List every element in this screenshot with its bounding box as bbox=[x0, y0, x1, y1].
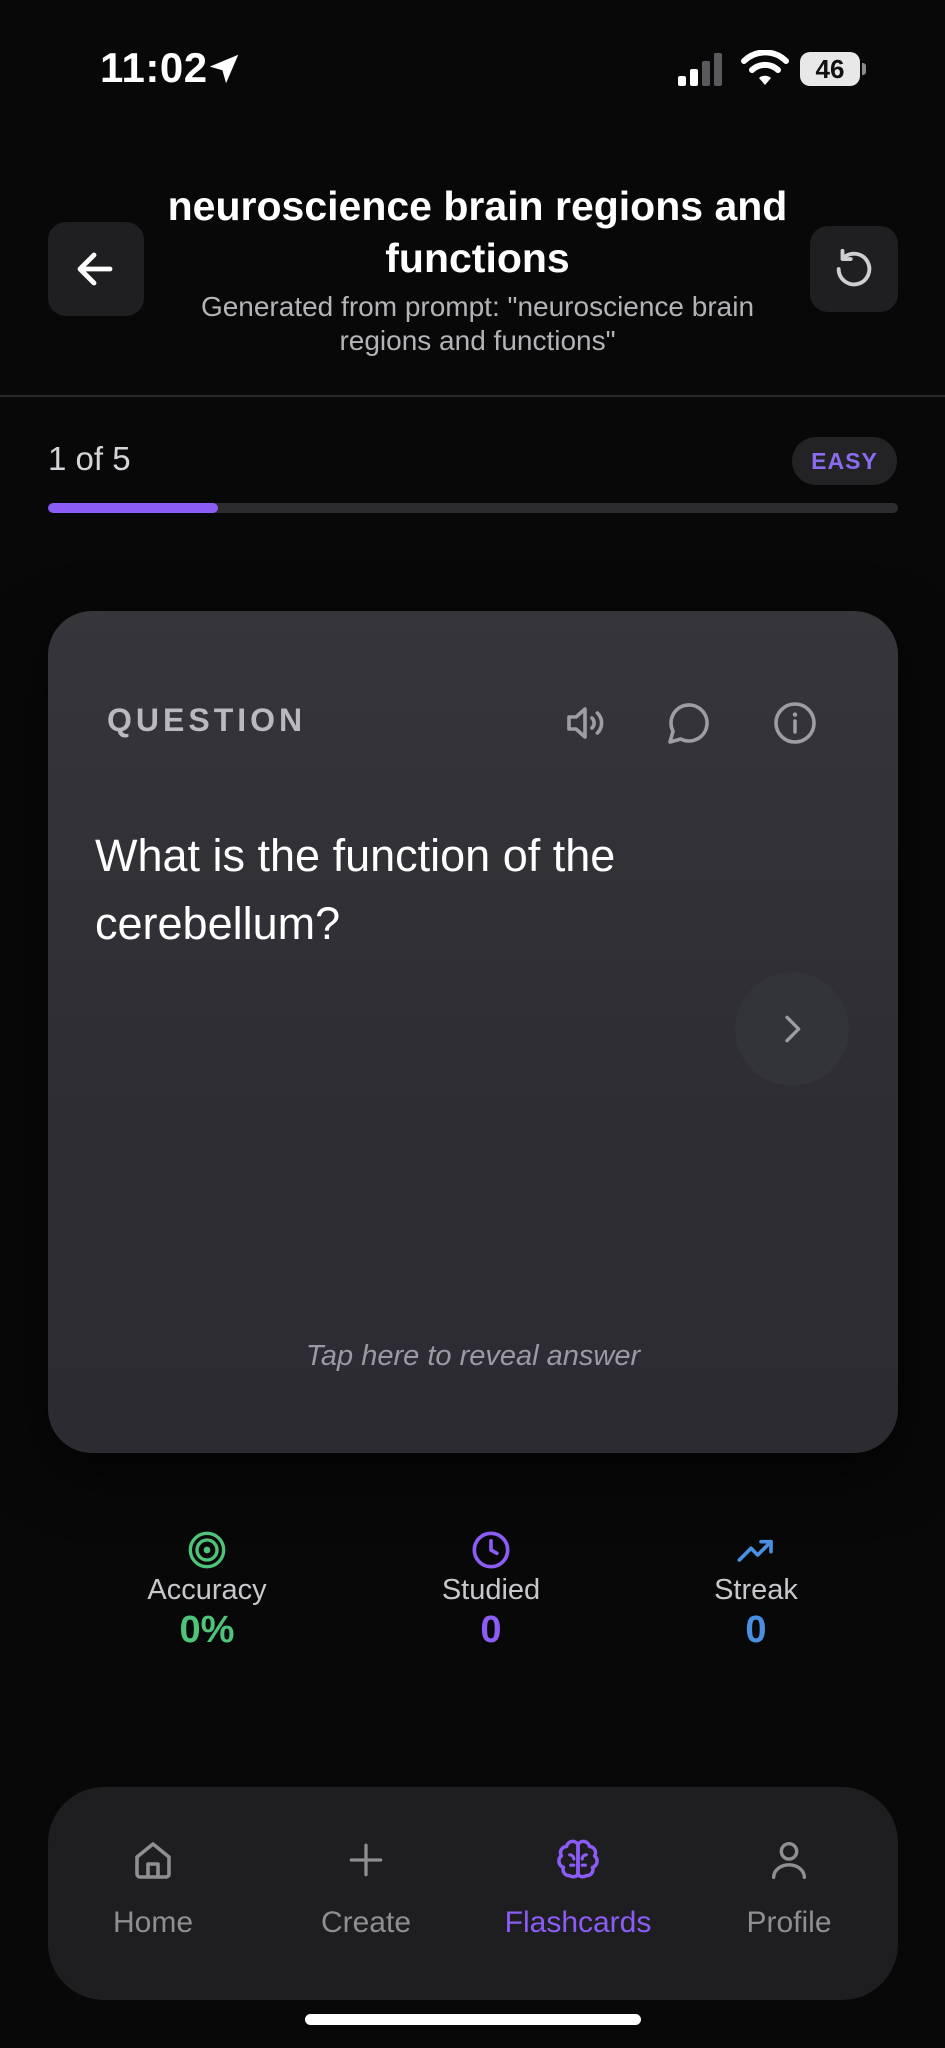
header-divider bbox=[0, 395, 945, 397]
nav-label-create: Create bbox=[320, 1906, 412, 1939]
stat-streak-label: Streak bbox=[714, 1574, 798, 1606]
nav-item-home[interactable]: Home bbox=[58, 1787, 248, 2000]
stat-accuracy: Accuracy 0% bbox=[97, 1530, 317, 1652]
brain-icon bbox=[557, 1839, 599, 1879]
nav-label-home: Home bbox=[112, 1906, 194, 1939]
stat-studied-label: Studied bbox=[441, 1574, 541, 1606]
difficulty-badge: EASY bbox=[792, 437, 897, 485]
page-title: neuroscience brain regions and functions bbox=[167, 183, 788, 281]
comment-button[interactable] bbox=[662, 696, 716, 750]
stat-accuracy-label: Accuracy bbox=[147, 1574, 267, 1606]
reset-icon bbox=[836, 248, 872, 287]
back-button[interactable] bbox=[48, 222, 144, 316]
wifi-icon bbox=[741, 50, 789, 85]
clock-icon bbox=[472, 1531, 510, 1569]
nav-item-create[interactable]: Create bbox=[271, 1787, 461, 2000]
nav-item-flashcards[interactable]: Flashcards bbox=[483, 1787, 673, 2000]
nav-label-flashcards: Flashcards bbox=[504, 1906, 652, 1939]
stat-streak: Streak 0 bbox=[646, 1530, 866, 1652]
stat-studied: Studied 0 bbox=[381, 1530, 601, 1652]
home-icon bbox=[135, 1842, 171, 1879]
target-icon bbox=[188, 1531, 226, 1569]
chevron-right-icon bbox=[785, 1015, 801, 1043]
comment-icon bbox=[668, 703, 709, 744]
question-text: What is the function of the cerebellum? bbox=[95, 830, 616, 949]
info-icon bbox=[774, 702, 816, 744]
status-time: 11:02 bbox=[100, 44, 208, 91]
reveal-answer-hint[interactable]: Tap here to reveal answer bbox=[48, 1340, 898, 1373]
speak-button[interactable] bbox=[558, 696, 612, 750]
person-icon bbox=[771, 1841, 807, 1879]
progress-bar-fill bbox=[48, 503, 218, 513]
stat-studied-value: 0 bbox=[480, 1609, 502, 1651]
cellular-signal-icon bbox=[678, 53, 722, 86]
location-arrow-icon bbox=[209, 54, 239, 84]
home-indicator[interactable] bbox=[305, 2014, 641, 2025]
info-button[interactable] bbox=[768, 696, 822, 750]
reset-button[interactable] bbox=[810, 226, 898, 312]
battery-indicator: 46 bbox=[800, 52, 866, 86]
stat-streak-value: 0 bbox=[745, 1609, 767, 1651]
nav-item-profile[interactable]: Profile bbox=[694, 1787, 884, 2000]
arrow-left-icon bbox=[77, 252, 113, 286]
progress-bar bbox=[48, 503, 898, 513]
plus-icon bbox=[349, 1843, 383, 1877]
trending-up-icon bbox=[737, 1539, 773, 1562]
next-card-button[interactable] bbox=[735, 972, 849, 1086]
progress-counter: 1 of 5 bbox=[48, 440, 131, 477]
nav-label-profile: Profile bbox=[746, 1906, 832, 1939]
card-side-label: QUESTION bbox=[107, 702, 307, 738]
page-subtitle: Generated from prompt: "neuroscience bra… bbox=[200, 291, 755, 356]
stat-accuracy-value: 0% bbox=[179, 1609, 235, 1651]
battery-level: 46 bbox=[815, 54, 845, 84]
speaker-icon bbox=[567, 707, 604, 739]
